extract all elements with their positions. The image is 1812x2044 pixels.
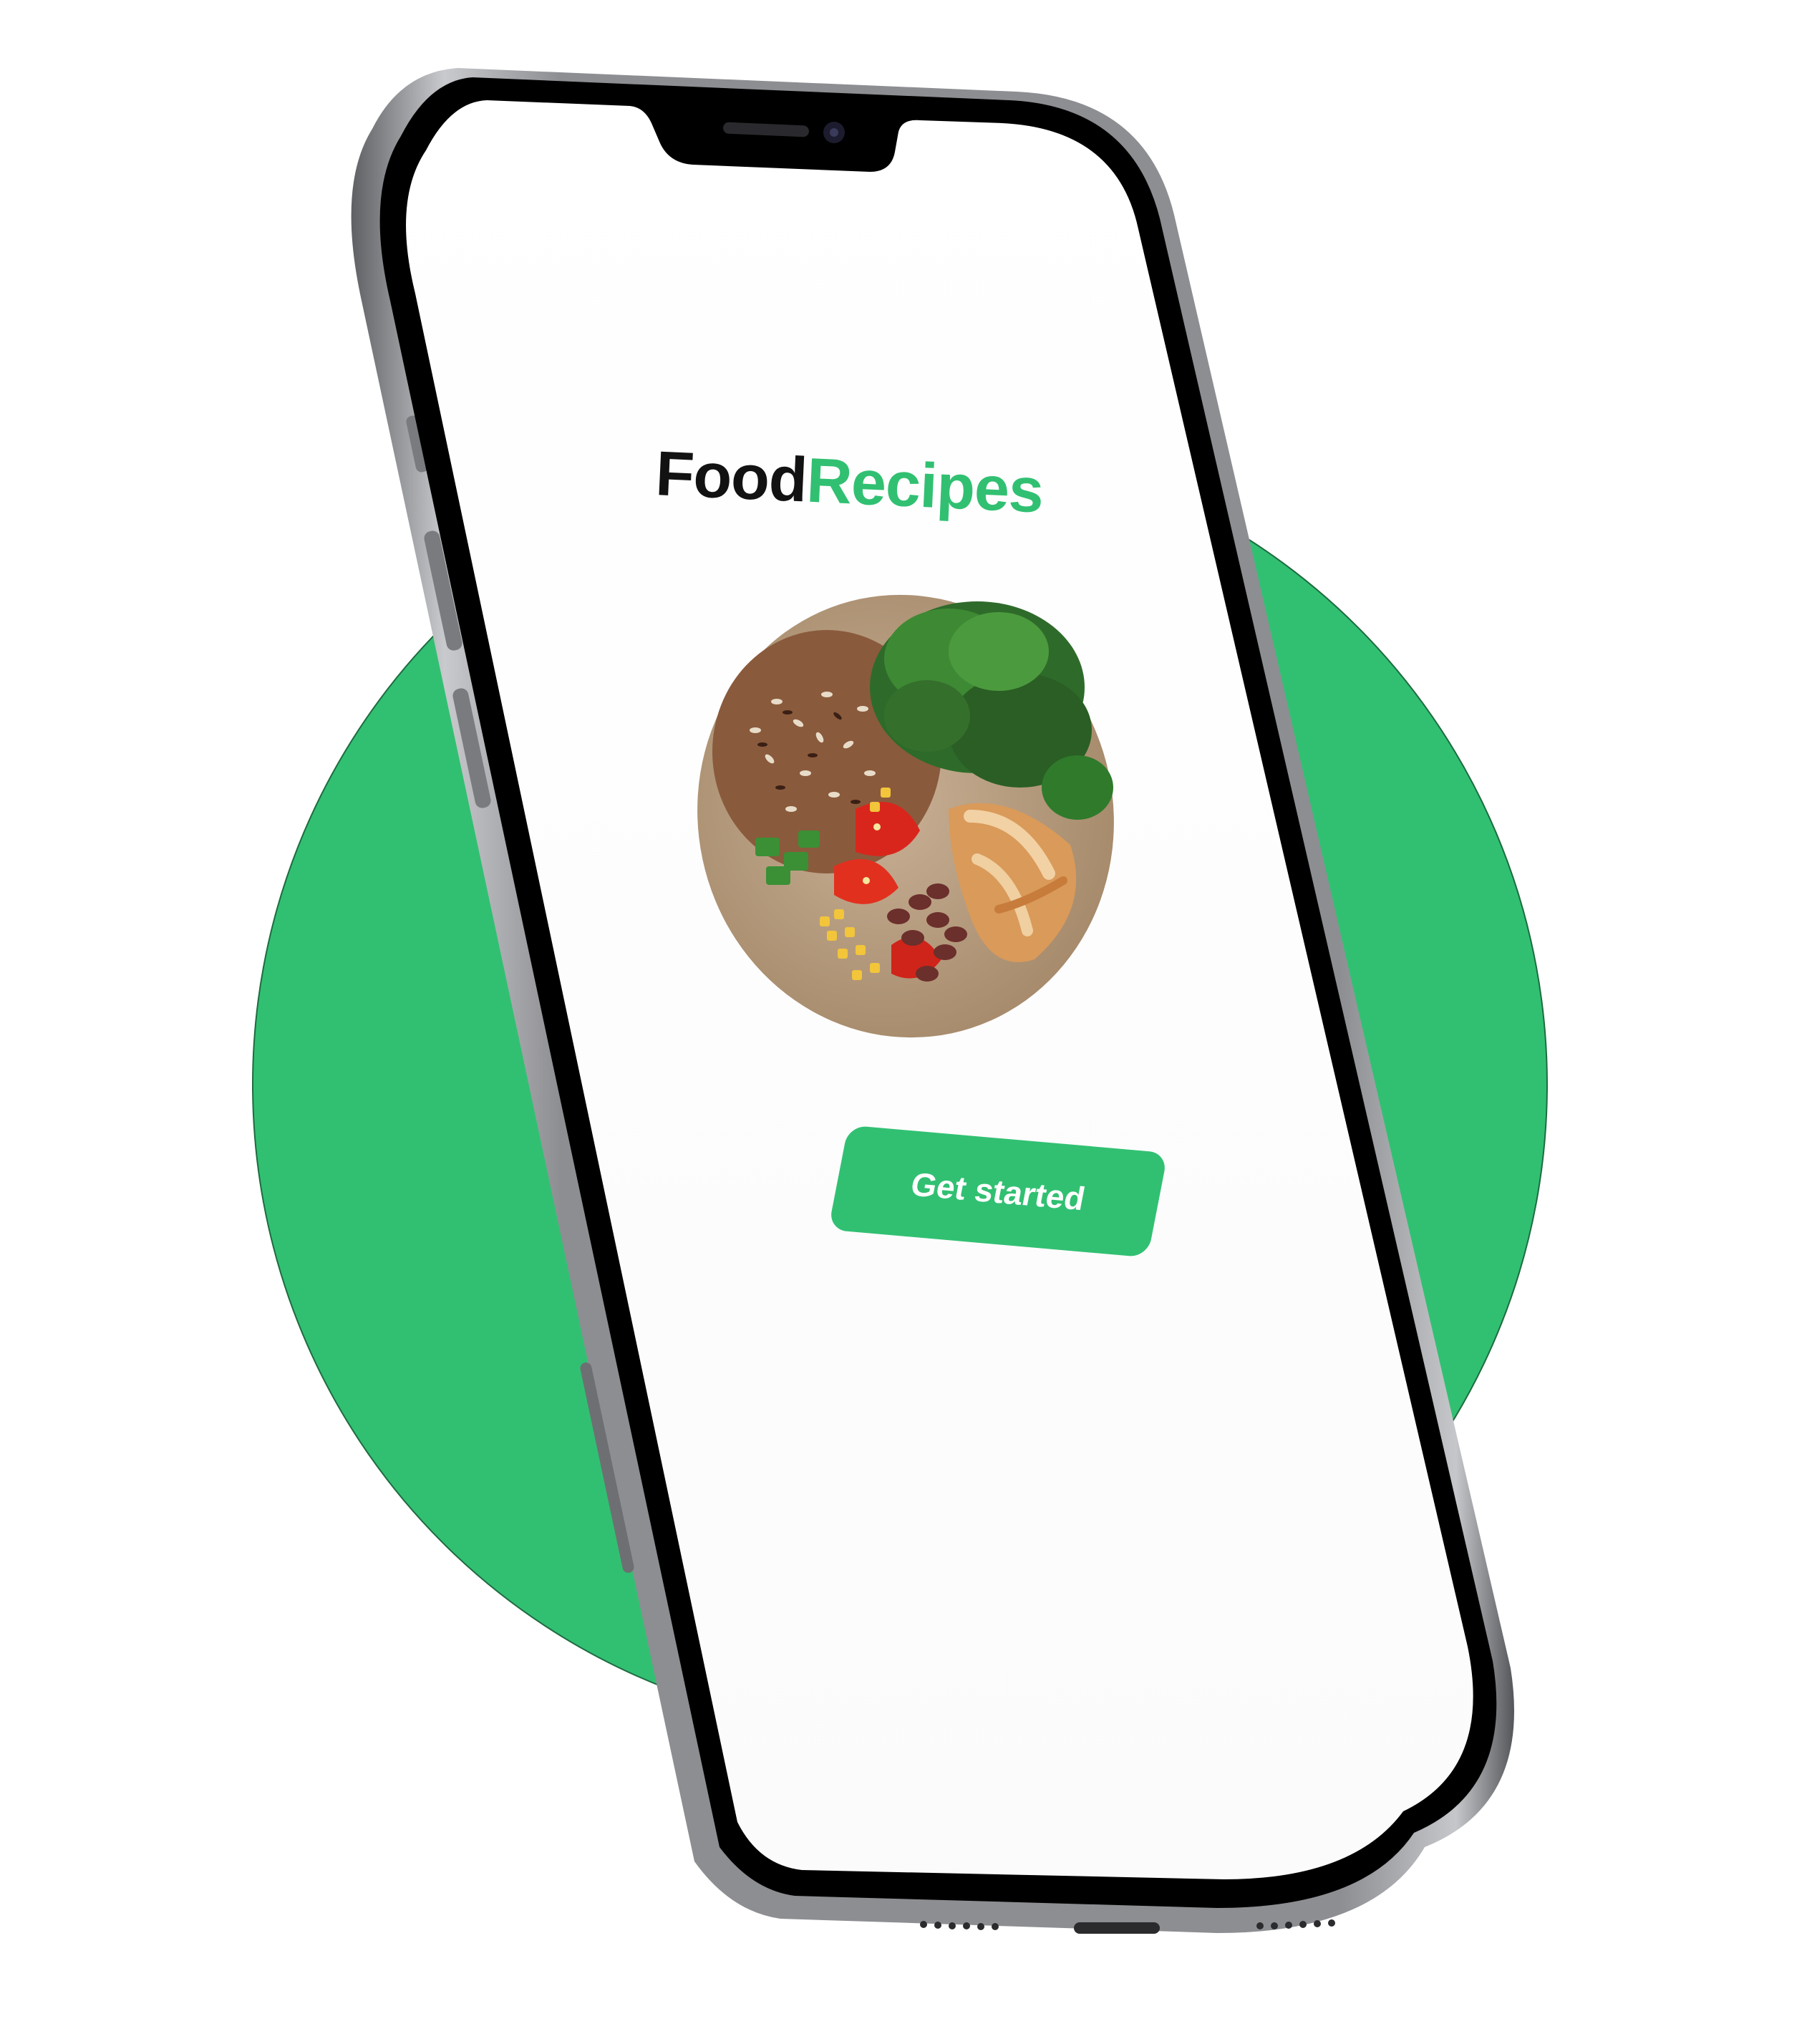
brand-food-text: Food [654,437,809,515]
get-started-button[interactable]: Get started [828,1125,1168,1258]
app-screen: FoodRecipes Get started [0,0,1812,2044]
app-logo-title: FoodRecipes [654,437,1045,527]
food-bowl-image [697,594,1114,1038]
brand-recipes-text: Recipes [805,444,1045,526]
mockup-scene: FoodRecipes Get started [0,0,1812,2044]
